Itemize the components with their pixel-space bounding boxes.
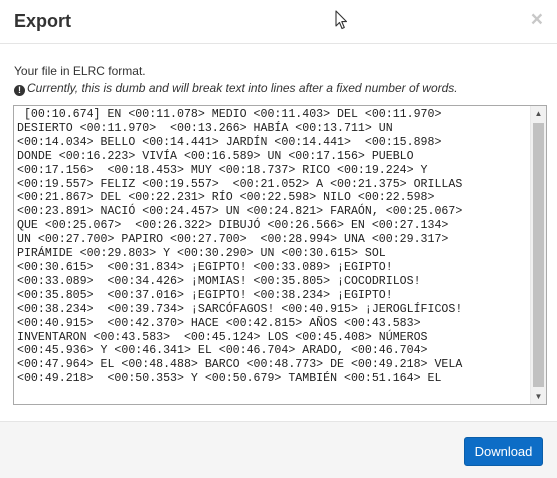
intro-text: Your file in ELRC format. [14,64,146,78]
export-textarea[interactable]: [00:10.674] EN <00:11.078> MEDIO <00:11.… [13,105,547,405]
format-note: ! Currently, this is dumb and will break … [14,80,458,96]
dialog-title: Export [14,11,72,31]
close-button[interactable]: × [531,9,543,31]
scroll-thumb[interactable] [533,123,544,387]
mouse-pointer-icon [335,10,348,30]
format-note-text: Currently, this is dumb and will break t… [27,81,458,95]
dialog-body: Your file in ELRC format. ! Currently, th… [0,45,557,421]
textarea-scrollbar[interactable]: ▲ ▼ [530,106,546,404]
dialog-footer: Download [0,421,557,478]
download-button[interactable]: Download [464,437,543,466]
scroll-up-arrow-icon[interactable]: ▲ [531,106,546,121]
dialog-header: Export × [0,0,557,44]
scroll-down-arrow-icon[interactable]: ▼ [531,389,546,404]
export-dialog: Export × Your file in ELRC format. ! Curr… [0,0,557,478]
exclamation-circle-icon: ! [14,85,25,96]
export-text-content[interactable]: [00:10.674] EN <00:11.078> MEDIO <00:11.… [17,108,533,386]
